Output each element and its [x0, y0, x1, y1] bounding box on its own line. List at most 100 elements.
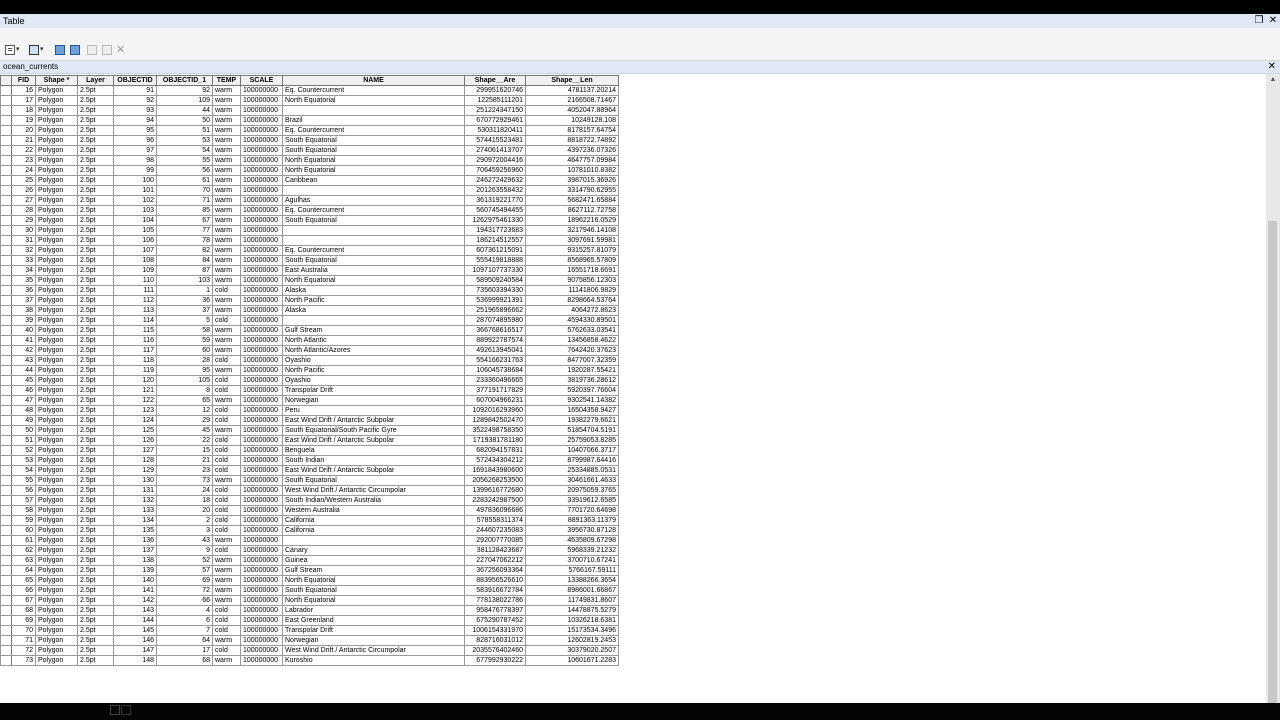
- cell-shape-length[interactable]: 8986001.66867: [525, 585, 619, 596]
- table-row[interactable]: 18 Polygon 2.5pt 93 44 warm 100000000 251224347…: [0, 105, 619, 116]
- cell-shape-area[interactable]: 572434304212: [464, 455, 526, 466]
- row-selector-header[interactable]: [0, 75, 12, 86]
- cell-scale[interactable]: 100000000: [240, 565, 283, 576]
- row-selector[interactable]: [0, 485, 12, 496]
- cell-shape[interactable]: Polygon: [35, 295, 78, 306]
- cell-objectid[interactable]: 114: [113, 315, 157, 326]
- cell-layer[interactable]: 2.5pt: [77, 125, 114, 136]
- cell-fid[interactable]: 71: [11, 635, 36, 646]
- table-row[interactable]: 54 Polygon 2.5pt 129 23 cold 100000000 East Win…: [0, 465, 619, 476]
- cell-shape-length[interactable]: 5762633.03541: [525, 325, 619, 336]
- cell-layer[interactable]: 2.5pt: [77, 205, 114, 216]
- cell-name[interactable]: East Wind Drift / Antarctic Subpolar: [282, 465, 465, 476]
- cell-objectid[interactable]: 137: [113, 545, 157, 556]
- cell-layer[interactable]: 2.5pt: [77, 365, 114, 376]
- row-selector[interactable]: [0, 335, 12, 346]
- cell-objectid[interactable]: 132: [113, 495, 157, 506]
- table-row[interactable]: 22 Polygon 2.5pt 97 54 warm 100000000 South Equ…: [0, 145, 619, 156]
- cell-temp[interactable]: cold: [212, 645, 241, 656]
- window-titlebar[interactable]: Table ❐ ✕: [0, 14, 1280, 28]
- cell-fid[interactable]: 34: [11, 265, 36, 276]
- cell-objectid-1[interactable]: 18: [156, 495, 213, 506]
- cell-temp[interactable]: warm: [212, 185, 241, 196]
- cell-scale[interactable]: 100000000: [240, 115, 283, 126]
- cell-temp[interactable]: warm: [212, 475, 241, 486]
- row-selector[interactable]: [0, 635, 12, 646]
- cell-name[interactable]: North Pacific: [282, 295, 465, 306]
- cell-name[interactable]: Canary: [282, 545, 465, 556]
- table-row[interactable]: 56 Polygon 2.5pt 131 24 cold 100000000 West Win…: [0, 485, 619, 496]
- cell-fid[interactable]: 35: [11, 275, 36, 286]
- cell-shape-area[interactable]: 1092016293960: [464, 405, 526, 416]
- table-options-icon[interactable]: [5, 45, 15, 55]
- cell-scale[interactable]: 100000000: [240, 465, 283, 476]
- cell-objectid-1[interactable]: 67: [156, 215, 213, 226]
- cell-layer[interactable]: 2.5pt: [77, 135, 114, 146]
- cell-fid[interactable]: 52: [11, 445, 36, 456]
- cell-temp[interactable]: warm: [212, 195, 241, 206]
- cell-name[interactable]: California: [282, 525, 465, 536]
- cell-temp[interactable]: warm: [212, 295, 241, 306]
- row-selector[interactable]: [0, 515, 12, 526]
- cell-objectid-1[interactable]: 105: [156, 375, 213, 386]
- cell-scale[interactable]: 100000000: [240, 295, 283, 306]
- cell-objectid[interactable]: 91: [113, 85, 157, 96]
- table-row[interactable]: 28 Polygon 2.5pt 103 85 warm 100000000 Eq. Coun…: [0, 205, 619, 216]
- cell-name[interactable]: Norwegian: [282, 635, 465, 646]
- cell-shape[interactable]: Polygon: [35, 545, 78, 556]
- cell-objectid-1[interactable]: 95: [156, 365, 213, 376]
- cell-shape[interactable]: Polygon: [35, 235, 78, 246]
- cell-shape-length[interactable]: 8568965.57809: [525, 255, 619, 266]
- row-selector[interactable]: [0, 615, 12, 626]
- cell-fid[interactable]: 30: [11, 225, 36, 236]
- cell-objectid-1[interactable]: 28: [156, 355, 213, 366]
- cell-objectid[interactable]: 96: [113, 135, 157, 146]
- cell-shape[interactable]: Polygon: [35, 135, 78, 146]
- cell-name[interactable]: South Equatorial: [282, 215, 465, 226]
- cell-shape-area[interactable]: 682094157831: [464, 445, 526, 456]
- cell-shape-length[interactable]: 16504358.9427: [525, 405, 619, 416]
- table-row[interactable]: 16 Polygon 2.5pt 91 92 warm 100000000 Eq. Count…: [0, 85, 619, 96]
- row-selector[interactable]: [0, 605, 12, 616]
- table-row[interactable]: 45 Polygon 2.5pt 120 105 cold 100000000 Oyashio…: [0, 375, 619, 386]
- cell-temp[interactable]: warm: [212, 135, 241, 146]
- row-selector[interactable]: [0, 285, 12, 296]
- cell-shape-length[interactable]: 11749831.8607: [525, 595, 619, 606]
- cell-temp[interactable]: warm: [212, 425, 241, 436]
- cell-fid[interactable]: 68: [11, 605, 36, 616]
- cell-scale[interactable]: 100000000: [240, 195, 283, 206]
- cell-shape-area[interactable]: 497836096686: [464, 505, 526, 516]
- cell-scale[interactable]: 100000000: [240, 215, 283, 226]
- related-tables-icon[interactable]: [29, 45, 39, 55]
- row-selector[interactable]: [0, 135, 12, 146]
- cell-objectid-1[interactable]: 44: [156, 105, 213, 116]
- cell-temp[interactable]: warm: [212, 655, 241, 666]
- row-selector[interactable]: [0, 215, 12, 226]
- row-selector[interactable]: [0, 465, 12, 476]
- cell-layer[interactable]: 2.5pt: [77, 265, 114, 276]
- cell-shape-area[interactable]: 274061413707: [464, 145, 526, 156]
- cell-fid[interactable]: 47: [11, 395, 36, 406]
- cell-name[interactable]: Gulf Stream: [282, 565, 465, 576]
- cell-scale[interactable]: 100000000: [240, 595, 283, 606]
- cell-fid[interactable]: 61: [11, 535, 36, 546]
- scroll-up-icon[interactable]: ▲: [1266, 74, 1280, 86]
- cell-objectid-1[interactable]: 24: [156, 485, 213, 496]
- cell-temp[interactable]: warm: [212, 205, 241, 216]
- cell-layer[interactable]: 2.5pt: [77, 455, 114, 466]
- cell-objectid-1[interactable]: 51: [156, 125, 213, 136]
- cell-shape[interactable]: Polygon: [35, 615, 78, 626]
- cell-objectid[interactable]: 115: [113, 325, 157, 336]
- cell-layer[interactable]: 2.5pt: [77, 335, 114, 346]
- cell-objectid-1[interactable]: 54: [156, 145, 213, 156]
- cell-name[interactable]: Kuroshio: [282, 655, 465, 666]
- cell-shape[interactable]: Polygon: [35, 365, 78, 376]
- cell-name[interactable]: South Equatorial: [282, 145, 465, 156]
- row-selector[interactable]: [0, 595, 12, 606]
- cell-scale[interactable]: 100000000: [240, 635, 283, 646]
- cell-shape-length[interactable]: 7642420.37623: [525, 345, 619, 356]
- table-row[interactable]: 72 Polygon 2.5pt 147 17 cold 100000000 West Win…: [0, 645, 619, 656]
- cell-shape[interactable]: Polygon: [35, 355, 78, 366]
- cell-shape[interactable]: Polygon: [35, 605, 78, 616]
- cell-shape[interactable]: Polygon: [35, 585, 78, 596]
